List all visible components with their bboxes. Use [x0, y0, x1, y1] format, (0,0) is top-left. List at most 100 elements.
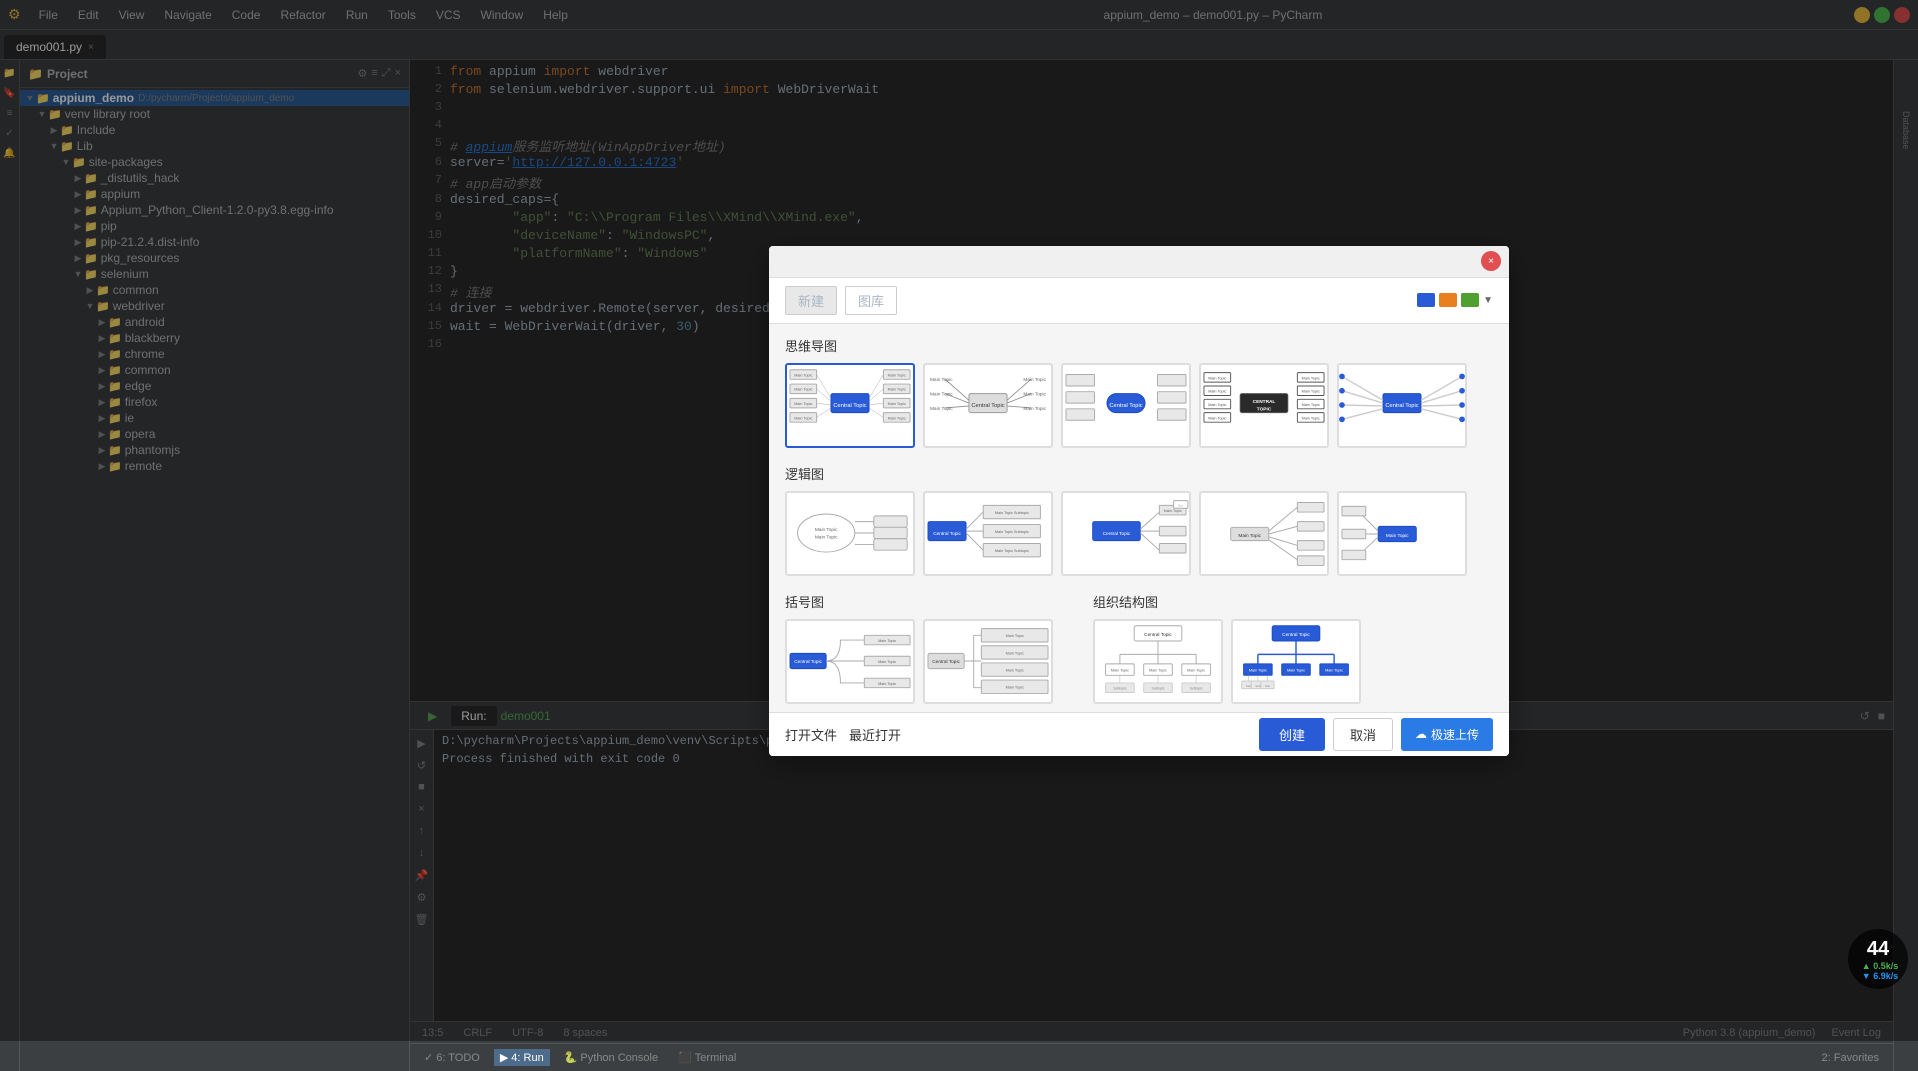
- svg-text:Main Topic: Main Topic: [888, 416, 906, 420]
- section-bracket: 括号图 Central Topic: [785, 592, 1053, 712]
- svg-text:Main Topic: Main Topic: [794, 387, 812, 391]
- python-icon: 🐍: [564, 1051, 578, 1064]
- upload-button[interactable]: ☁ 极速上传: [1401, 718, 1493, 751]
- dialog-footer: 打开文件 最近打开 创建 取消 ☁ 极速上传: [769, 712, 1509, 756]
- template-bracket2[interactable]: Central Topic Main Topic: [923, 619, 1053, 704]
- open-file-link[interactable]: 打开文件: [785, 725, 837, 744]
- svg-text:Central Topic: Central Topic: [794, 658, 822, 664]
- svg-text:Main Topic: Main Topic: [794, 416, 812, 420]
- svg-text:Main Topic Subtopic: Main Topic Subtopic: [995, 549, 1029, 553]
- section-mindmap-title: 思维导图: [785, 336, 1493, 355]
- svg-text:Main Topic: Main Topic: [1325, 668, 1343, 672]
- template-org1[interactable]: Central Topic Main Topic Main To: [1093, 619, 1223, 704]
- svg-text:Main Topic: Main Topic: [1006, 634, 1024, 638]
- svg-text:Main Topic: Main Topic: [1023, 391, 1046, 397]
- theme-dropdown-icon[interactable]: ▼: [1483, 295, 1493, 306]
- terminal-item[interactable]: ⬛ Terminal: [672, 1049, 742, 1066]
- svg-text:Main Topic Subtopic: Main Topic Subtopic: [995, 510, 1029, 514]
- svg-text:Main Topic: Main Topic: [888, 373, 906, 377]
- svg-text:Central Topic: Central Topic: [933, 530, 961, 536]
- right-action-items: 2: Favorites: [1816, 1050, 1885, 1066]
- section-mindmap: 思维导图 Central Topic Main Topic Main Topic: [785, 336, 1493, 448]
- template-logic5[interactable]: Main Topic: [1337, 491, 1467, 576]
- svg-text:Central Topic: Central Topic: [1282, 632, 1310, 638]
- orange-theme-dot[interactable]: [1439, 293, 1457, 307]
- svg-text:Sub: Sub: [1246, 683, 1251, 687]
- cancel-button[interactable]: 取消: [1333, 718, 1393, 751]
- section-bracket-org-row: 括号图 Central Topic: [785, 592, 1493, 712]
- dialog-body: 思维导图 Central Topic Main Topic Main Topic: [769, 324, 1509, 712]
- svg-text:Main Topic: Main Topic: [1386, 532, 1409, 538]
- template-mind2[interactable]: Central Topic Main Topic Main Topic Main…: [923, 363, 1053, 448]
- dialog-overlay[interactable]: × 新建 图库 ▼ 思维导图: [0, 0, 1918, 1041]
- action-bar: ✓ 6: TODO ▶ 4: Run 🐍 Python Console ⬛ Te…: [410, 1043, 1893, 1071]
- svg-text:Central Topic: Central Topic: [932, 658, 960, 664]
- svg-text:Main Topic: Main Topic: [1006, 651, 1024, 655]
- svg-text:Main Topic: Main Topic: [888, 387, 906, 391]
- recent-link[interactable]: 最近打开: [849, 725, 901, 744]
- template-mind4[interactable]: CENTRAL TOPIC Main Topic Main Topic Main…: [1199, 363, 1329, 448]
- org-template-grid: Central Topic Main Topic Main To: [1093, 619, 1493, 712]
- template-mind5[interactable]: Central Topic: [1337, 363, 1467, 448]
- run-item[interactable]: ▶ 4: Run: [494, 1049, 550, 1066]
- svg-text:Main Topic: Main Topic: [815, 527, 838, 533]
- svg-text:Main Topic: Main Topic: [1164, 509, 1182, 513]
- run-label: 4: Run: [511, 1052, 543, 1064]
- svg-text:Main Topic: Main Topic: [1208, 416, 1226, 420]
- svg-text:Subtopic: Subtopic: [1190, 686, 1203, 690]
- play-icon: ▶: [500, 1051, 508, 1064]
- speed-indicator: 44 ▲ 0.5k/s ▼ 6.9k/s: [1848, 929, 1908, 989]
- svg-text:Sub: Sub: [1265, 683, 1270, 687]
- svg-text:Main Topic: Main Topic: [1302, 402, 1320, 406]
- svg-text:Subtopic: Subtopic: [1152, 686, 1165, 690]
- tab-gallery[interactable]: 图库: [845, 286, 897, 315]
- template-org2[interactable]: Central Topic Main Topic Main To: [1231, 619, 1361, 704]
- dialog-close-button[interactable]: ×: [1481, 251, 1501, 271]
- template-logic1[interactable]: Main Topic Main Topic: [785, 491, 915, 576]
- svg-text:Central Topic: Central Topic: [1109, 402, 1142, 408]
- favorites-item[interactable]: 2: Favorites: [1816, 1050, 1885, 1066]
- svg-text:Main Topic: Main Topic: [1187, 668, 1205, 672]
- template-mind1[interactable]: Central Topic Main Topic Main Topic Main…: [785, 363, 915, 448]
- svg-text:Main Topic: Main Topic: [1149, 668, 1167, 672]
- dialog-titlebar: ×: [769, 246, 1509, 278]
- section-bracket-title: 括号图: [785, 592, 1053, 611]
- terminal-icon: ⬛: [678, 1051, 692, 1064]
- svg-text:Main Topic: Main Topic: [930, 391, 953, 397]
- tab-new[interactable]: 新建: [785, 286, 837, 315]
- template-logic2[interactable]: Central Topic Main Topic Subtopic Main T…: [923, 491, 1053, 576]
- template-logic3[interactable]: Central Topic Main Topic Sub: [1061, 491, 1191, 576]
- svg-text:Main Topic: Main Topic: [1249, 668, 1267, 672]
- svg-text:Main Topic: Main Topic: [794, 373, 812, 377]
- svg-text:Main Topic: Main Topic: [878, 681, 896, 685]
- svg-text:Main Topic: Main Topic: [930, 377, 953, 383]
- section-logic-title: 逻辑图: [785, 464, 1493, 483]
- dialog-header: 新建 图库 ▼: [769, 278, 1509, 324]
- favorites-label: 2: Favorites: [1822, 1052, 1879, 1064]
- terminal-label: Terminal: [695, 1052, 737, 1064]
- svg-text:Main Topic: Main Topic: [878, 638, 896, 642]
- template-mind3[interactable]: Central Topic: [1061, 363, 1191, 448]
- section-org: 组织结构图 Central Topic: [1093, 592, 1493, 712]
- speed-value: 44: [1867, 938, 1889, 961]
- todo-label: 6: TODO: [436, 1052, 480, 1064]
- template-bracket1[interactable]: Central Topic Main Topic Main Topic Main…: [785, 619, 915, 704]
- python-console-item[interactable]: 🐍 Python Console: [558, 1049, 664, 1066]
- upload-label: 极速上传: [1431, 726, 1479, 743]
- svg-text:Main Topic: Main Topic: [1208, 376, 1226, 380]
- speed-display: 44 ▲ 0.5k/s ▼ 6.9k/s: [1858, 938, 1898, 981]
- svg-text:Main Topic: Main Topic: [1287, 668, 1305, 672]
- svg-text:Main Topic: Main Topic: [1006, 685, 1024, 689]
- template-logic4[interactable]: Main Topic: [1199, 491, 1329, 576]
- mindmap-template-grid: Central Topic Main Topic Main Topic Main…: [785, 363, 1493, 448]
- svg-text:Central Topic: Central Topic: [833, 402, 866, 408]
- svg-text:CENTRAL: CENTRAL: [1253, 399, 1276, 405]
- section-org-title: 组织结构图: [1093, 592, 1493, 611]
- svg-text:Sub: Sub: [1178, 503, 1183, 507]
- svg-text:Subtopic: Subtopic: [1113, 686, 1126, 690]
- blue-theme-dot[interactable]: [1417, 293, 1435, 307]
- create-button[interactable]: 创建: [1259, 718, 1325, 751]
- todo-item[interactable]: ✓ 6: TODO: [418, 1049, 486, 1066]
- green-theme-dot[interactable]: [1461, 293, 1479, 307]
- svg-text:TOPIC: TOPIC: [1257, 406, 1272, 412]
